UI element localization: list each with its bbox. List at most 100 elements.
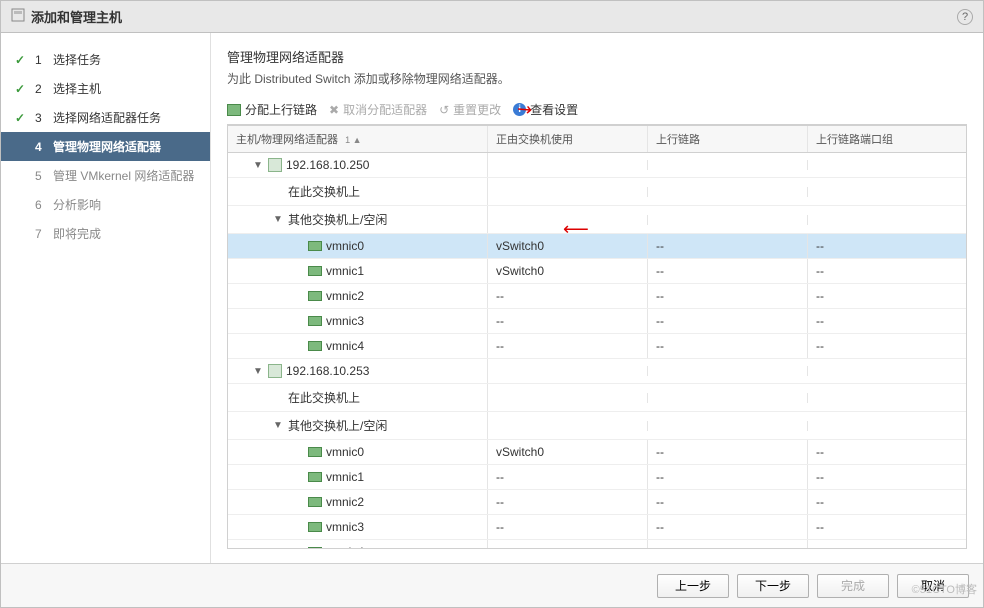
host-icon (268, 364, 282, 378)
finish-button: 完成 (817, 574, 889, 598)
cell-uplink-pg: -- (808, 465, 966, 489)
wizard-step-3[interactable]: ✓3选择网络适配器任务 (1, 103, 210, 132)
cell-used-by: vSwitch0 (488, 440, 648, 464)
group-row[interactable]: 在此交换机上 (228, 178, 966, 206)
col-uplink[interactable]: 上行链路 (648, 126, 808, 152)
wizard-step-6: 6分析影响 (1, 190, 210, 219)
cell-uplink-pg: -- (808, 334, 966, 358)
host-row[interactable]: ▼192.168.10.250 (228, 153, 966, 178)
expander-icon[interactable]: ▼ (272, 420, 284, 431)
cell-used-by: -- (488, 284, 648, 308)
cell-uplink: -- (648, 284, 808, 308)
nic-icon (308, 547, 322, 548)
nic-row[interactable]: vmnic2------ (228, 284, 966, 309)
page-title: 管理物理网络适配器 (227, 47, 967, 66)
nic-icon (308, 472, 322, 482)
page-subtitle: 为此 Distributed Switch 添加或移除物理网络适配器。 (227, 70, 967, 87)
sort-indicator: 1 ▲ (345, 135, 361, 145)
wizard-step-1[interactable]: ✓1选择任务 (1, 45, 210, 74)
row-name: vmnic4 (326, 339, 364, 353)
nic-icon (308, 497, 322, 507)
nic-icon (308, 341, 322, 351)
step-label: 选择任务 (53, 51, 101, 68)
wizard-step-4[interactable]: 4 管理物理网络适配器 (1, 132, 210, 161)
expander-icon[interactable]: ▼ (252, 160, 264, 171)
cell-used-by (488, 393, 648, 403)
row-name: 192.168.10.253 (286, 364, 369, 378)
assign-uplink-button[interactable]: 分配上行链路 (227, 101, 317, 118)
row-name: 在此交换机上 (288, 183, 360, 200)
cell-uplink (648, 421, 808, 431)
main-panel: 管理物理网络适配器 为此 Distributed Switch 添加或移除物理网… (211, 33, 983, 563)
expander-icon[interactable]: ▼ (252, 366, 264, 377)
back-button[interactable]: 上一步 (657, 574, 729, 598)
dialog-body: ✓1选择任务✓2选择主机✓3选择网络适配器任务4管理物理网络适配器5管理 VMk… (1, 33, 983, 563)
step-number: 4 (35, 140, 47, 154)
cell-uplink: -- (648, 515, 808, 539)
grid-body[interactable]: ▼192.168.10.250在此交换机上▼其他交换机上/空闲vmnic0vSw… (228, 153, 966, 548)
col-used-by[interactable]: 正由交换机使用 (488, 126, 648, 152)
step-label: 选择网络适配器任务 (53, 109, 161, 126)
cell-uplink (648, 160, 808, 170)
nic-row[interactable]: vmnic1------ (228, 465, 966, 490)
cell-uplink-pg (808, 393, 966, 403)
wizard-step-2[interactable]: ✓2选择主机 (1, 74, 210, 103)
wizard-steps: ✓1选择任务✓2选择主机✓3选择网络适配器任务4管理物理网络适配器5管理 VMk… (1, 33, 211, 563)
nic-icon (308, 522, 322, 532)
nic-row[interactable]: vmnic2------ (228, 490, 966, 515)
cell-used-by: -- (488, 540, 648, 548)
row-name: vmnic2 (326, 495, 364, 509)
nic-icon (308, 447, 322, 457)
host-row[interactable]: ▼ 192.168.10.253 (228, 359, 966, 384)
expander-icon[interactable]: ▼ (272, 214, 284, 225)
cell-uplink-pg: -- (808, 490, 966, 514)
cell-uplink: -- (648, 259, 808, 283)
dialog-icon (11, 8, 25, 25)
cell-used-by: -- (488, 334, 648, 358)
cell-uplink: -- (648, 234, 808, 258)
step-number: 1 (35, 53, 47, 67)
nic-row[interactable]: vmnic1vSwitch0---- (228, 259, 966, 284)
cell-used-by: -- (488, 515, 648, 539)
dialog: 添加和管理主机 ? ✓1选择任务✓2选择主机✓3选择网络适配器任务4管理物理网络… (0, 0, 984, 608)
row-name: vmnic1 (326, 264, 364, 278)
group-row[interactable]: ▼其他交换机上/空闲 (228, 206, 966, 234)
footer: 上一步 下一步 完成 取消 (1, 563, 983, 607)
cell-uplink: -- (648, 490, 808, 514)
host-icon (268, 158, 282, 172)
nic-row[interactable]: vmnic0vSwitch0---- (228, 234, 966, 259)
step-label: 管理物理网络适配器 (53, 138, 161, 155)
nic-row[interactable]: vmnic4------ (228, 540, 966, 548)
cell-uplink: -- (648, 540, 808, 548)
cell-uplink-pg: -- (808, 309, 966, 333)
cell-uplink-pg: -- (808, 440, 966, 464)
col-host-adapter[interactable]: 主机/物理网络适配器 1 ▲ (228, 126, 488, 152)
nic-row[interactable]: vmnic0vSwitch0---- (228, 440, 966, 465)
nic-row[interactable]: vmnic4------ (228, 334, 966, 359)
nic-row[interactable]: vmnic3------ (228, 515, 966, 540)
view-settings-button[interactable]: i 查看设置 (513, 101, 578, 118)
next-button[interactable]: 下一步 (737, 574, 809, 598)
row-name: vmnic1 (326, 470, 364, 484)
cell-uplink-pg: -- (808, 540, 966, 548)
col-uplink-portgroup[interactable]: 上行链路端口组 (808, 126, 966, 152)
nic-row[interactable]: vmnic3------ (228, 309, 966, 334)
group-row[interactable]: ▼其他交换机上/空闲 (228, 412, 966, 440)
step-number: 5 (35, 169, 47, 183)
cell-used-by: -- (488, 465, 648, 489)
help-icon[interactable]: ? (957, 9, 973, 25)
cell-uplink-pg: -- (808, 259, 966, 283)
adapter-grid: 主机/物理网络适配器 1 ▲ 正由交换机使用 上行链路 上行链路端口组 ▼192… (227, 125, 967, 549)
grid-header: 主机/物理网络适配器 1 ▲ 正由交换机使用 上行链路 上行链路端口组 (228, 126, 966, 153)
nic-icon (308, 266, 322, 276)
cell-uplink (648, 393, 808, 403)
nic-icon (308, 291, 322, 301)
cell-uplink-pg: -- (808, 234, 966, 258)
group-row[interactable]: 在此交换机上 (228, 384, 966, 412)
row-name: vmnic3 (326, 314, 364, 328)
step-number: 2 (35, 82, 47, 96)
row-name: 在此交换机上 (288, 389, 360, 406)
reset-button: ↺ 重置更改 (439, 101, 501, 118)
title-bar: 添加和管理主机 ? (1, 1, 983, 33)
wizard-step-7: 7即将完成 (1, 219, 210, 248)
